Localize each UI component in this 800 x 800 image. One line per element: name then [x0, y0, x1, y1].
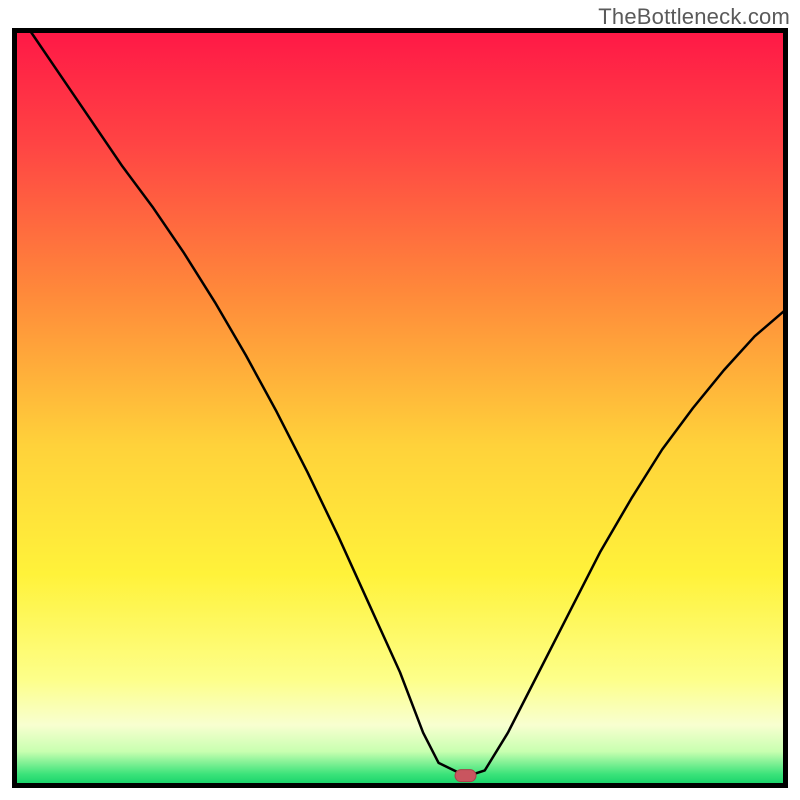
- minimum-marker: [455, 770, 476, 782]
- chart-frame: [12, 28, 788, 788]
- watermark-text: TheBottleneck.com: [598, 4, 790, 30]
- bottleneck-chart: [12, 28, 788, 788]
